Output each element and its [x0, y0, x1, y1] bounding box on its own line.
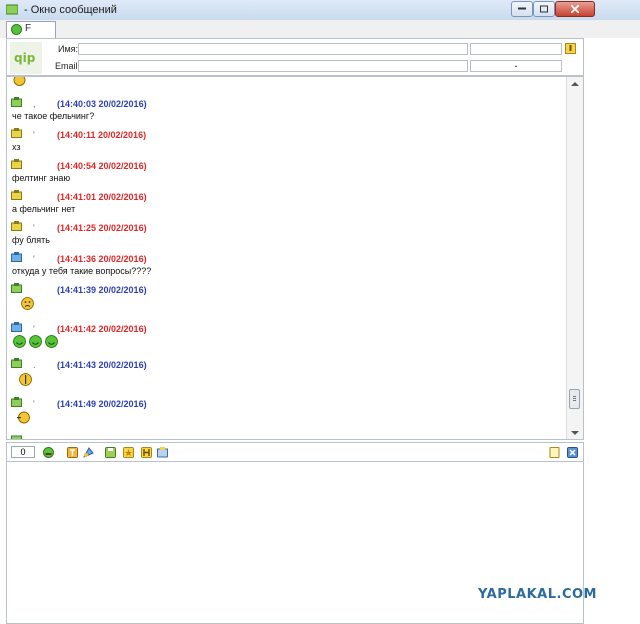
- chat-scrollbar[interactable]: [566, 77, 583, 439]
- name-extra-field[interactable]: [470, 43, 562, 55]
- sender-name: ': [33, 324, 35, 334]
- message-item: (14:40:54 20/02/2016) фелтинг знаю: [11, 159, 551, 187]
- message-icon: [11, 397, 22, 407]
- message-text: а фельчинг нет: [12, 204, 76, 214]
- watermark: YAPLAKAL.COM: [478, 587, 597, 602]
- message-timestamp: (14:41:43 20/02/2016): [57, 360, 147, 370]
- message-icon: [11, 435, 22, 439]
- name-label: Имя:: [58, 44, 79, 54]
- message-item: . (14:41:43 20/02/2016): [11, 358, 551, 386]
- svg-text:qip: qip: [14, 51, 36, 65]
- message-text: фу блять: [12, 235, 50, 245]
- message-timestamp: (14:40:03 20/02/2016): [57, 99, 147, 109]
- new-note-icon[interactable]: [549, 447, 560, 458]
- message-timestamp: (14:41:36 20/02/2016): [57, 254, 147, 264]
- message-icon: [11, 159, 22, 169]
- message-item: ' (14:41:42 20/02/2016): [11, 322, 551, 350]
- message-icon: [11, 358, 22, 368]
- history-icon[interactable]: [141, 447, 152, 458]
- message-timestamp: (14:40:54 20/02/2016): [57, 161, 147, 171]
- sender-name: ,: [33, 99, 36, 109]
- message-item: , (14:40:03 20/02/2016) че такое фельчин…: [11, 97, 551, 125]
- qip-logo-icon: qip: [10, 42, 42, 74]
- message-icon: [11, 283, 22, 293]
- message-timestamp: (14:41:49 20/02/2016): [57, 399, 147, 409]
- name-field[interactable]: [78, 43, 468, 55]
- sender-name: ': [33, 223, 35, 233]
- app-icon: [6, 4, 18, 15]
- star-icon[interactable]: [123, 447, 134, 458]
- message-item: ' (14:40:11 20/02/2016) хз: [11, 128, 551, 156]
- font-icon[interactable]: [67, 447, 78, 458]
- green-smiley-icon: [45, 335, 58, 348]
- message-item: ' (14:41:49 20/02/2016): [11, 397, 551, 425]
- contact-panel: qip Имя: Email: -: [6, 38, 584, 76]
- message-timestamp: (14:41:01 20/02/2016): [57, 192, 147, 202]
- message-item: ' (14:41:25 20/02/2016) фу блять: [11, 221, 551, 249]
- sad-smiley-icon: [21, 297, 34, 310]
- tab-contact[interactable]: F: [6, 21, 56, 38]
- message-icon: [11, 221, 22, 231]
- close-icon: [571, 5, 579, 13]
- message-timestamp: (14:40:11 20/02/2016): [57, 130, 147, 140]
- message-item: ' (14:41:36 20/02/2016) откуда у тебя та…: [11, 252, 551, 280]
- message-item: [11, 433, 22, 439]
- email-extra-field[interactable]: -: [470, 60, 562, 72]
- save-icon[interactable]: [105, 447, 116, 458]
- message-text: откуда у тебя такие вопросы????: [12, 266, 152, 276]
- minimize-button[interactable]: [511, 1, 533, 17]
- message-icon: [11, 252, 22, 262]
- scroll-up-icon[interactable]: [571, 82, 579, 86]
- message-icon: [11, 128, 22, 138]
- message-timestamp: (14:41:25 20/02/2016): [57, 223, 147, 233]
- message-icon: [11, 190, 22, 200]
- smiley-icon: [13, 77, 26, 86]
- message-text: хз: [12, 142, 21, 152]
- message-item: (14:41:39 20/02/2016): [11, 283, 551, 311]
- tongue-smiley-icon: [17, 411, 30, 424]
- message-timestamp: (14:41:39 20/02/2016): [57, 285, 147, 295]
- close-tab-icon[interactable]: [567, 447, 578, 458]
- maximize-icon: [540, 5, 548, 13]
- scroll-down-icon[interactable]: [571, 431, 579, 435]
- message-text: че такое фельчинг?: [12, 111, 95, 121]
- message-timestamp: (14:41:42 20/02/2016): [57, 324, 147, 334]
- minimize-icon: [518, 7, 526, 10]
- maximize-button[interactable]: [533, 1, 555, 17]
- message-icon: [11, 97, 22, 107]
- sender-name: ': [33, 130, 35, 140]
- send-file-icon[interactable]: [157, 447, 168, 458]
- sender-name: ': [33, 399, 35, 409]
- scroll-thumb[interactable]: [569, 389, 580, 409]
- chat-history[interactable]: , (14:40:03 20/02/2016) че такое фельчин…: [6, 76, 584, 440]
- grin-smiley-icon: [19, 373, 32, 386]
- green-smiley-icon: [13, 335, 26, 348]
- sender-name: .: [33, 360, 36, 370]
- smiley-picker-icon[interactable]: [43, 447, 54, 458]
- window-title: - Окно сообщений: [24, 4, 117, 16]
- tab-strip: F: [0, 20, 640, 38]
- color-icon[interactable]: [83, 447, 94, 458]
- message-item: (14:41:01 20/02/2016) а фельчинг нет: [11, 190, 551, 218]
- tab-label: F: [25, 23, 32, 34]
- message-text: фелтинг знаю: [12, 173, 71, 183]
- message-count: 0: [11, 446, 35, 458]
- sender-name: ': [33, 254, 35, 264]
- message-icon: [11, 322, 22, 332]
- user-status-icon: [11, 24, 22, 35]
- close-button[interactable]: [555, 1, 595, 17]
- email-field[interactable]: [78, 60, 468, 72]
- email-label: Email:: [55, 61, 81, 71]
- green-smiley-icon: [29, 335, 42, 348]
- info-icon[interactable]: [565, 43, 576, 54]
- title-bar: - Окно сообщений: [0, 0, 640, 21]
- message-toolbar: 0: [6, 442, 584, 462]
